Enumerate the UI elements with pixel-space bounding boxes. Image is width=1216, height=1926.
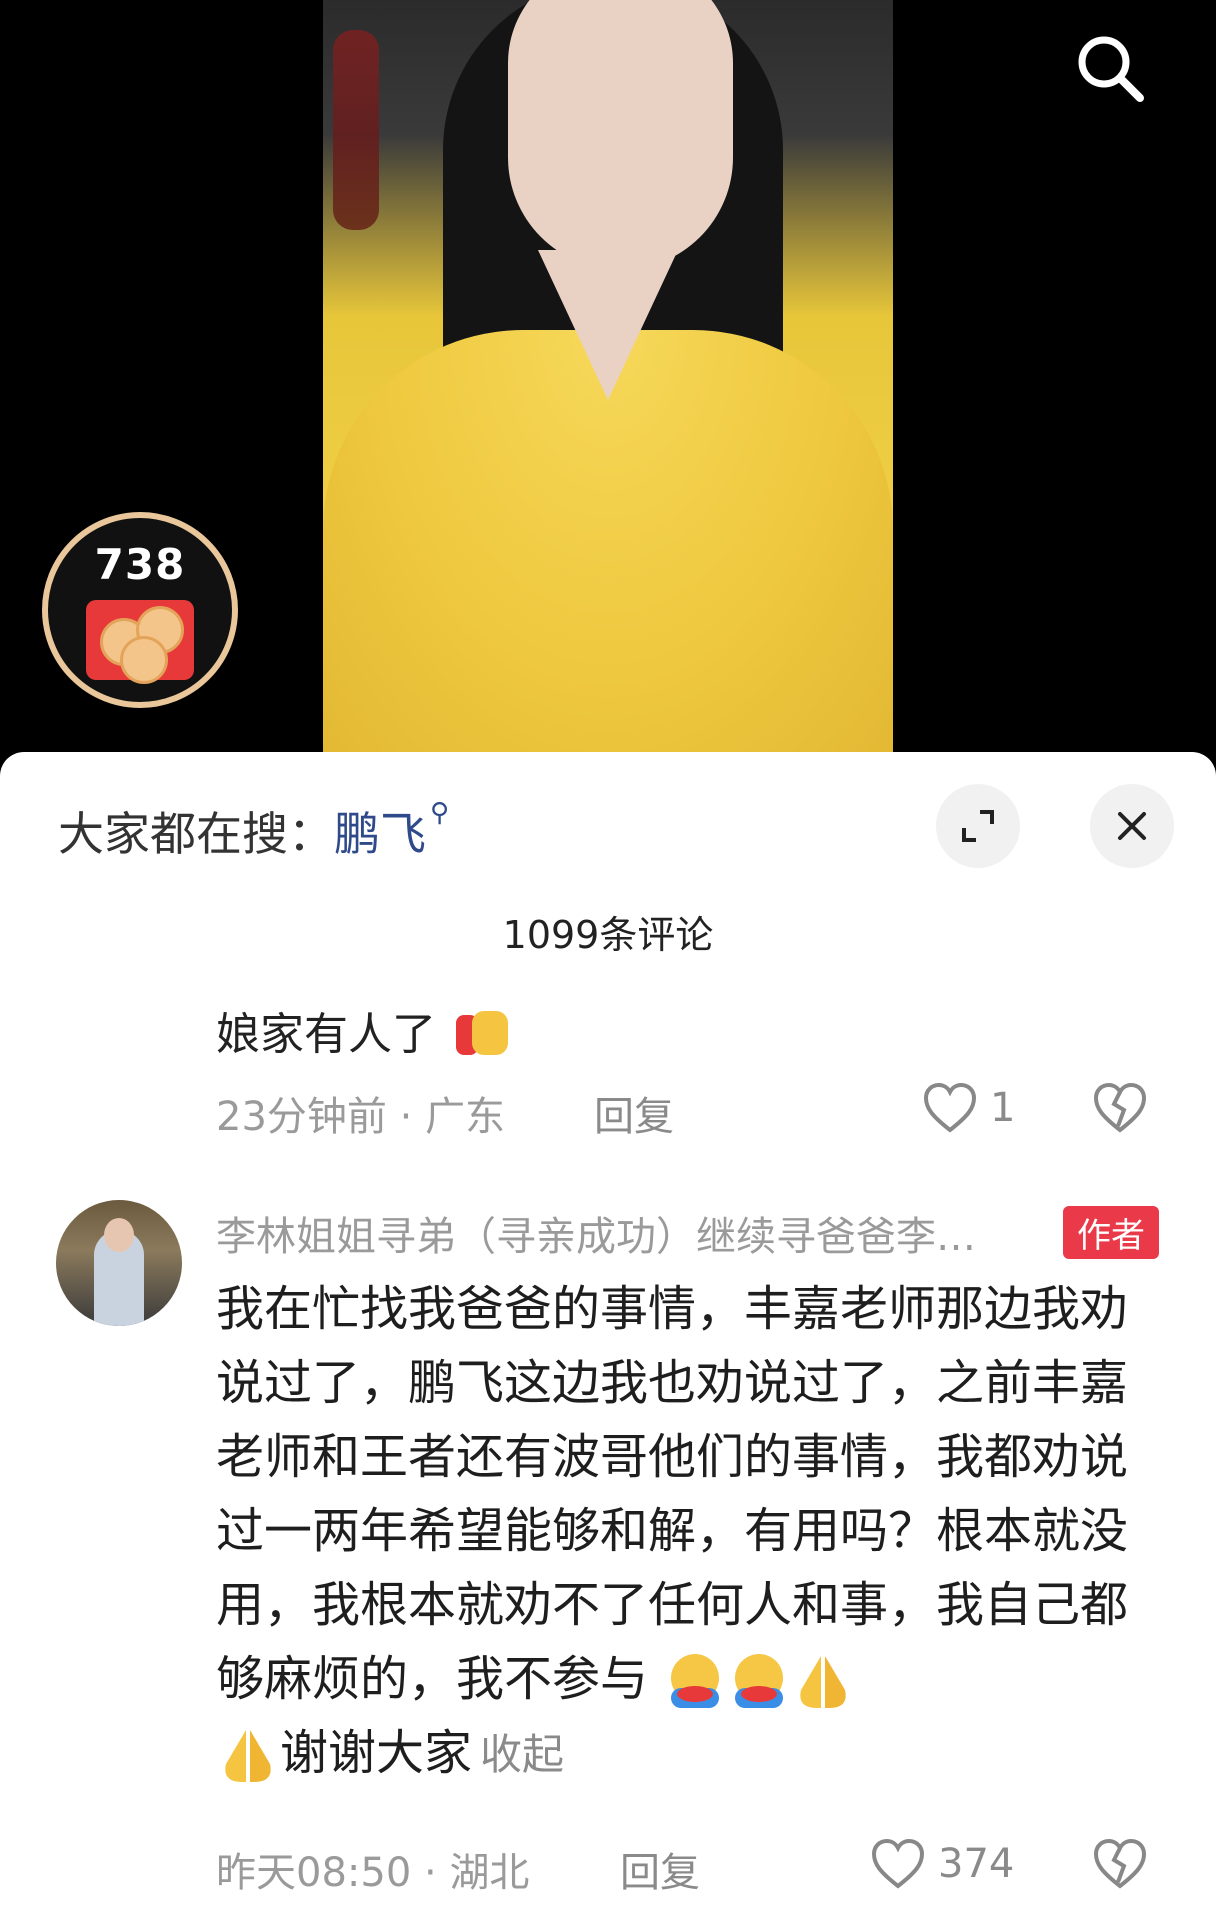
- avatar[interactable]: [56, 1200, 182, 1326]
- hot-search-keyword[interactable]: 鹏飞: [334, 807, 426, 861]
- author-badge: 作者: [1063, 1206, 1159, 1259]
- comment-text-body: 我在忙找我爸爸的事情，丰嘉老师那边我劝说过了，鹏飞这边我也劝说过了，之前丰嘉老师…: [216, 1281, 1129, 1707]
- comment-meta: 23分钟前 · 广东: [216, 1084, 505, 1142]
- dislike-button[interactable]: [1092, 1838, 1148, 1894]
- reply-button[interactable]: 回复: [620, 1840, 700, 1898]
- comment-time: 23分钟前: [216, 1094, 387, 1140]
- expand-icon: [962, 810, 994, 842]
- comment-meta: 昨天08:50 · 湖北: [216, 1840, 529, 1898]
- search-small-icon: ⚲: [430, 798, 450, 828]
- expand-button[interactable]: [936, 784, 1020, 868]
- face: [508, 0, 733, 270]
- pray-emoji-icon: [791, 1650, 855, 1714]
- hot-search[interactable]: 大家都在搜：鹏飞 ⚲: [58, 798, 449, 864]
- comment-time: 昨天08:50: [216, 1850, 412, 1896]
- like-button[interactable]: 374: [870, 1838, 1014, 1890]
- heart-icon: [871, 1838, 925, 1889]
- collapse-link[interactable]: 收起: [480, 1730, 564, 1779]
- reply-button[interactable]: 回复: [594, 1084, 674, 1142]
- comment-location: 广东: [425, 1094, 506, 1140]
- video-player[interactable]: 738: [0, 0, 1216, 752]
- reward-widget[interactable]: 738: [42, 512, 238, 708]
- hug-emoji-icon: [663, 1650, 727, 1714]
- heart-icon: [923, 1082, 977, 1133]
- video-frame[interactable]: [323, 0, 893, 752]
- comment-text: 我在忙找我爸爸的事情，丰嘉老师那边我劝说过了，鹏飞这边我也劝说过了，之前丰嘉老师…: [216, 1272, 1164, 1792]
- red-envelope-icon: [86, 600, 194, 684]
- broken-heart-icon: [1093, 1082, 1147, 1133]
- like-button[interactable]: 1: [922, 1082, 1015, 1134]
- dislike-button[interactable]: [1092, 1082, 1148, 1138]
- close-icon: [1118, 812, 1146, 840]
- like-count: 374: [938, 1841, 1015, 1887]
- hug-emoji-icon: [727, 1650, 791, 1714]
- meta-separator: ·: [424, 1850, 437, 1896]
- pray-emoji-icon: [216, 1724, 280, 1788]
- fist-icon: [450, 1005, 514, 1069]
- comments-count: 1099条评论: [502, 913, 714, 957]
- comments-sheet: 大家都在搜：鹏飞⚲ 1099条评论 娘家有人了 23分钟前 · 广东 回复 1: [0, 752, 1216, 1926]
- comment-text: 娘家有人了: [216, 998, 514, 1069]
- close-button[interactable]: [1090, 784, 1174, 868]
- hot-search-prefix: 大家都在搜：: [58, 807, 334, 861]
- broken-heart-icon: [1093, 1838, 1147, 1889]
- comment-text-body: 娘家有人了: [216, 1009, 436, 1060]
- search-icon[interactable]: [1072, 30, 1148, 106]
- reward-count: 738: [94, 540, 186, 589]
- comment-text-tail: 谢谢大家: [280, 1725, 473, 1781]
- comment-location: 湖北: [449, 1850, 530, 1896]
- like-count: 1: [990, 1085, 1016, 1131]
- lantern-decoration: [333, 30, 379, 230]
- author-name[interactable]: 李林姐姐寻弟（寻亲成功）继续寻爸爸李…: [216, 1204, 1036, 1262]
- meta-separator: ·: [399, 1094, 413, 1140]
